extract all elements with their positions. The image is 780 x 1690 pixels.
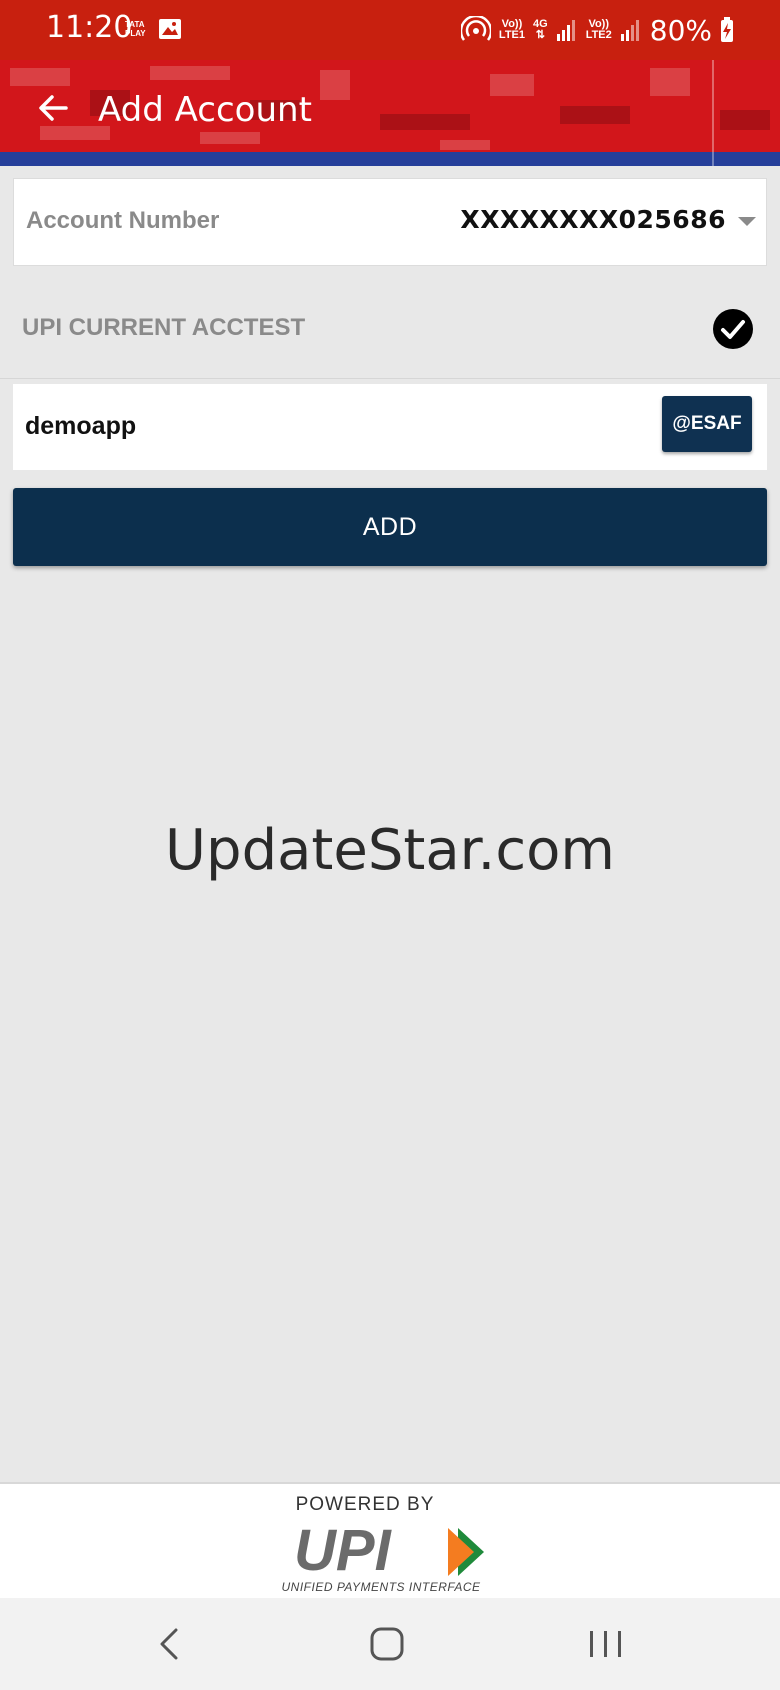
gallery-notification-icon — [159, 19, 181, 39]
account-name-row: UPI CURRENT ACCTEST — [0, 280, 780, 376]
account-holder-name: UPI CURRENT ACCTEST — [22, 314, 306, 341]
vpa-field: @ESAF — [13, 384, 767, 470]
divider — [0, 378, 780, 379]
upi-logo-text: UPI — [294, 1522, 393, 1578]
hotspot-icon — [460, 16, 491, 41]
arrow-left-icon[interactable] — [34, 88, 74, 128]
sim1-label: Vo)) LTE1 — [499, 19, 525, 41]
header-accent-strip — [0, 152, 780, 166]
signal-strength-icon — [556, 20, 575, 41]
battery-charging-icon — [721, 17, 733, 42]
check-circle-icon — [713, 309, 753, 349]
tata-badge-bottom: PLAY — [125, 29, 146, 38]
system-nav-bar — [0, 1598, 780, 1690]
app-bar: Add Account — [0, 60, 780, 166]
battery-percent: 80% — [649, 13, 712, 47]
powered-by-label: POWERED BY — [295, 1494, 435, 1515]
header-divider — [712, 60, 714, 166]
upi-footer: POWERED BY UPI UNIFIED PAYMENTS INTERFAC… — [0, 1482, 780, 1598]
vpa-suffix-button[interactable]: @ESAF — [662, 396, 752, 452]
page-title: Add Account — [98, 90, 312, 130]
data-arrows-icon: ⇅ — [535, 29, 545, 41]
signal-strength-2-icon — [620, 20, 639, 41]
account-number-label: Account Number — [26, 207, 220, 234]
add-button[interactable]: ADD — [13, 488, 767, 566]
status-icons: Vo)) LTE1 4G ⇅ Vo)) LTE2 80% — [460, 13, 734, 47]
chevron-left-icon[interactable] — [150, 1624, 190, 1664]
home-square-icon[interactable] — [367, 1624, 407, 1664]
vpa-input[interactable] — [25, 406, 605, 446]
sim2-lte: LTE2 — [585, 29, 612, 41]
tata-play-badge: TATA PLAY — [125, 20, 146, 38]
chevron-down-icon[interactable] — [738, 217, 756, 226]
account-number-selector[interactable]: Account Number XXXXXXXX025686 — [13, 178, 767, 266]
upi-subtitle: UNIFIED PAYMENTS INTERFACE — [281, 1580, 481, 1594]
recents-bars-icon[interactable] — [586, 1624, 626, 1664]
sim1-lte: LTE1 — [498, 29, 525, 41]
status-time: 11:20 — [46, 10, 133, 45]
upi-logo: UPI — [294, 1522, 484, 1578]
account-number-value[interactable]: XXXXXXXX025686 — [460, 205, 726, 234]
status-bar: 11:20 TATA PLAY Vo)) LTE1 4G ⇅ Vo)) LTE2… — [0, 0, 780, 60]
network-type: 4G ⇅ — [533, 19, 548, 41]
watermark: UpdateStar.com — [165, 818, 615, 883]
sim2-label: Vo)) LTE2 — [586, 19, 612, 41]
tata-badge-top: TATA — [125, 20, 145, 29]
